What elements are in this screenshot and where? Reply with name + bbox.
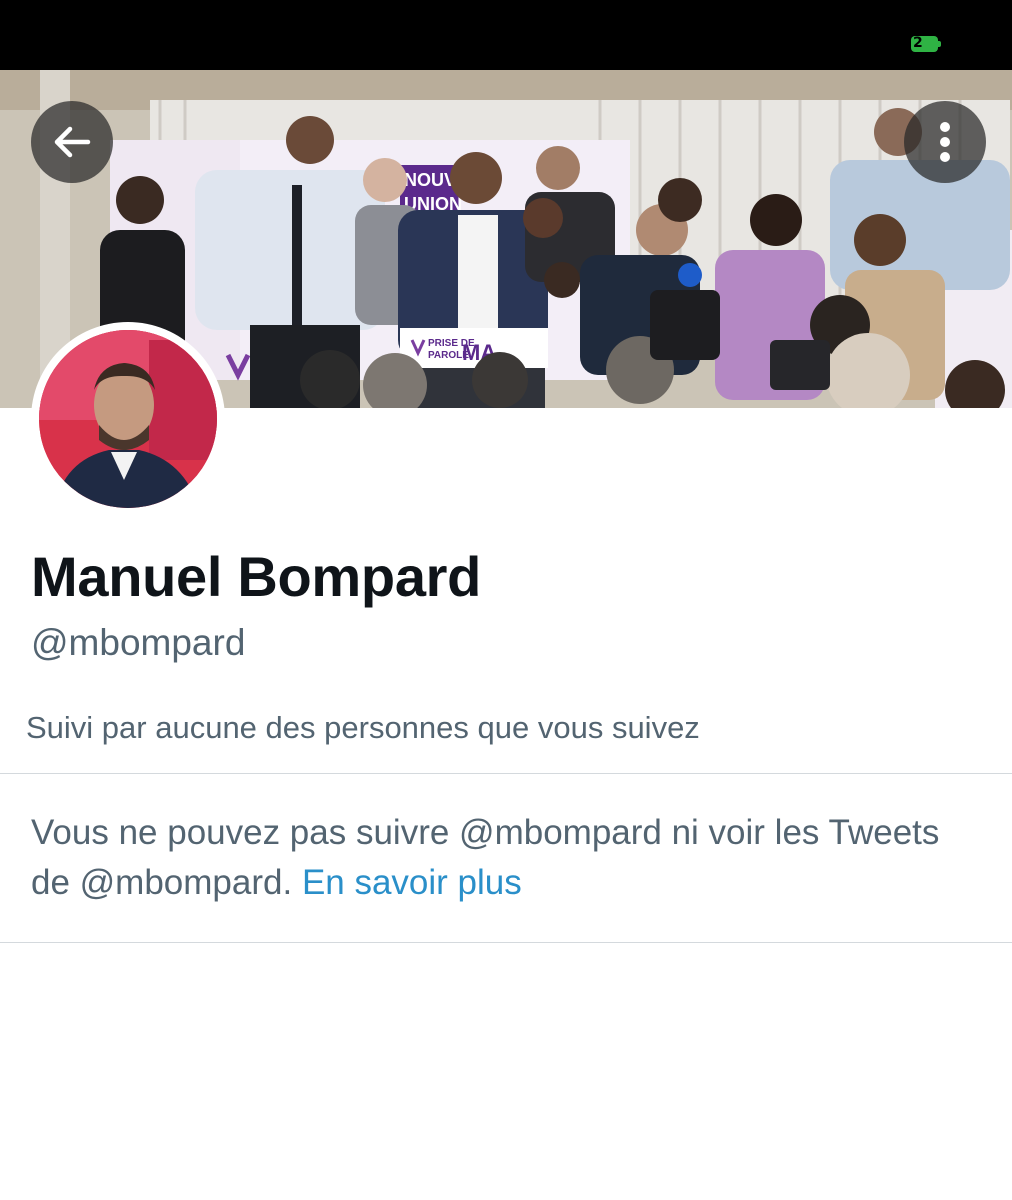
- back-button[interactable]: [31, 101, 113, 183]
- arrow-left-icon: [54, 126, 91, 158]
- more-options-button[interactable]: [904, 101, 986, 183]
- profile-photo: [39, 330, 217, 508]
- status-bar: 2: [0, 0, 1012, 70]
- divider: [0, 942, 1012, 943]
- more-vertical-icon: [940, 122, 950, 162]
- learn-more-link[interactable]: En savoir plus: [302, 863, 522, 902]
- divider: [0, 773, 1012, 774]
- battery-level: 2: [913, 35, 923, 51]
- display-name: Manuel Bompard: [31, 545, 482, 608]
- avatar[interactable]: [31, 322, 225, 516]
- blocked-notice: Vous ne pouvez pas suivre @mbompard ni v…: [31, 808, 961, 908]
- battery-icon: 2: [911, 35, 941, 52]
- followed-by-text: Suivi par aucune des personnes que vous …: [26, 710, 700, 745]
- user-handle: @mbompard: [31, 622, 246, 663]
